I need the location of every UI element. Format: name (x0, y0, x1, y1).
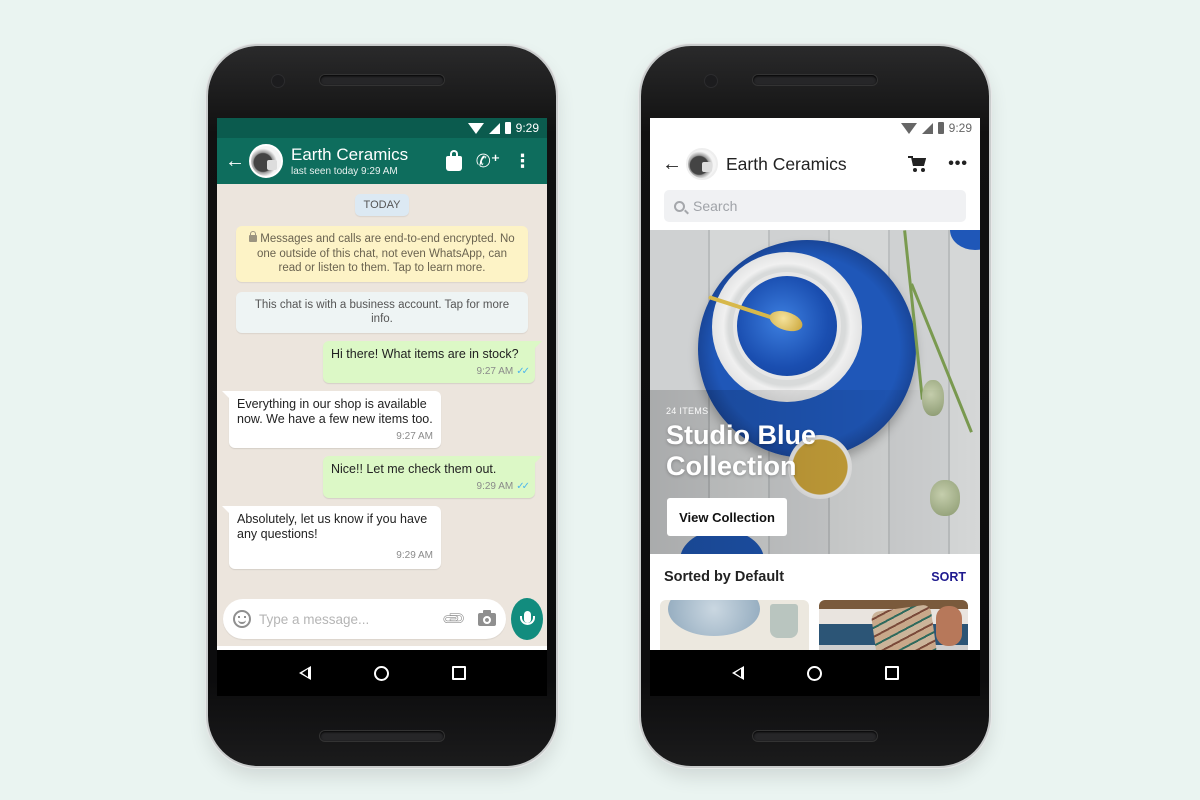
back-arrow-icon[interactable]: ← (225, 151, 245, 171)
message-bubble-outgoing[interactable]: Hi there! What items are in stock? 9:27 … (323, 340, 542, 383)
status-bar: 9:29 (217, 118, 547, 138)
sort-label: Sorted by Default (664, 569, 785, 585)
read-ticks-icon: ✓✓ (516, 365, 530, 377)
battery-icon (937, 122, 944, 134)
search-icon (674, 200, 685, 212)
message-time: 9:27 AM (476, 365, 514, 377)
sort-button[interactable]: SORT (931, 570, 966, 584)
back-arrow-icon[interactable]: ← (662, 154, 682, 174)
chat-screen: 9:29 ← Earth Ceramics last seen today 9:… (217, 118, 547, 696)
add-call-button[interactable]: ✆⁺ (471, 151, 505, 172)
wifi-icon (467, 122, 484, 134)
sort-row: Sorted by Default SORT (650, 554, 980, 600)
home-circle-icon[interactable] (806, 665, 822, 681)
message-text: Nice!! Let me check them out. (331, 461, 497, 476)
more-options-button[interactable]: ⋮ (505, 151, 539, 172)
date-chip: TODAY (354, 194, 410, 216)
contact-info[interactable]: Earth Ceramics last seen today 9:29 AM (291, 145, 437, 177)
add-call-icon: ✆⁺ (475, 150, 501, 171)
search-bar (664, 190, 966, 222)
hero-image-plate (950, 230, 980, 250)
encryption-text: Messages and calls are end-to-end encryp… (257, 233, 515, 274)
message-text: Absolutely, let us know if you have any … (237, 511, 428, 541)
message-text: Everything in our shop is available now.… (237, 396, 433, 426)
item-count: 24 ITEMS (666, 406, 709, 416)
emoji-icon[interactable] (233, 610, 251, 628)
message-composer: 📎︎ (223, 598, 543, 640)
phone-catalog: 9:29 ← Earth Ceramics ••• Search 24 ITEM… (641, 46, 989, 766)
message-time: 9:27 AM (396, 430, 433, 442)
recents-square-icon[interactable] (451, 666, 466, 680)
camera-icon[interactable] (478, 609, 497, 626)
home-circle-icon[interactable] (373, 665, 389, 681)
status-time: 9:29 (515, 121, 539, 135)
back-triangle-icon[interactable] (731, 666, 744, 680)
cart-icon[interactable] (908, 156, 928, 172)
contact-name: Earth Ceramics (291, 145, 409, 164)
message-bubble-incoming[interactable]: Everything in our shop is available now.… (222, 390, 441, 448)
android-nav-bar (217, 650, 547, 696)
avatar[interactable] (249, 144, 283, 178)
attach-paperclip-icon[interactable]: 📎︎ (440, 605, 469, 634)
catalog-header: ← Earth Ceramics ••• (650, 138, 980, 190)
front-camera (272, 75, 284, 87)
message-time: 9:29 AM (396, 549, 433, 561)
catalog-screen: 9:29 ← Earth Ceramics ••• Search 24 ITEM… (650, 118, 980, 696)
more-vert-icon: ⋮ (513, 150, 532, 171)
chat-area: TODAY Messages and calls are end-to-end … (217, 184, 547, 646)
phone-chat: 9:29 ← Earth Ceramics last seen today 9:… (208, 46, 556, 766)
lock-icon (249, 231, 258, 242)
battery-icon (504, 122, 511, 134)
signal-icon (921, 122, 933, 134)
bottom-speaker (753, 731, 877, 741)
earpiece-speaker (320, 75, 444, 85)
recents-square-icon[interactable] (884, 666, 899, 680)
front-camera (705, 75, 717, 87)
wifi-icon (900, 122, 917, 134)
voice-message-button[interactable] (511, 598, 543, 640)
message-text: Hi there! What items are in stock? (331, 346, 519, 361)
android-nav-bar (650, 650, 980, 696)
back-triangle-icon[interactable] (298, 666, 311, 680)
message-input-pill: 📎︎ (223, 599, 507, 639)
search-input[interactable] (693, 198, 956, 214)
microphone-icon (519, 611, 535, 625)
message-input[interactable] (259, 611, 436, 627)
signal-icon (488, 122, 500, 134)
status-bar: 9:29 (650, 118, 980, 138)
view-collection-button[interactable]: View Collection (667, 498, 787, 536)
message-bubble-outgoing[interactable]: Nice!! Let me check them out. 9:29 AM ✓✓ (323, 455, 542, 498)
earpiece-speaker (753, 75, 877, 85)
message-bubble-incoming[interactable]: Absolutely, let us know if you have any … (222, 505, 441, 569)
message-time: 9:29 AM (476, 480, 514, 492)
status-time: 9:29 (948, 121, 972, 135)
hero-text: 24 ITEMS Studio Blue Collection (666, 406, 816, 482)
read-ticks-icon: ✓✓ (516, 480, 530, 492)
business-notice[interactable]: This chat is with a business account. Ta… (236, 291, 528, 333)
encryption-notice[interactable]: Messages and calls are end-to-end encryp… (236, 226, 528, 282)
last-seen: last seen today 9:29 AM (291, 166, 398, 177)
avatar[interactable] (686, 148, 718, 180)
catalog-button[interactable] (437, 149, 471, 171)
business-name: Earth Ceramics (726, 153, 847, 174)
collection-title: Studio Blue Collection (666, 420, 816, 481)
chat-header: ← Earth Ceramics last seen today 9:29 AM… (217, 138, 547, 184)
more-horiz-icon[interactable]: ••• (948, 155, 968, 173)
catalog-bag-icon (446, 149, 462, 171)
bottom-speaker (320, 731, 444, 741)
collection-hero-banner[interactable]: 24 ITEMS Studio Blue Collection View Col… (650, 230, 980, 554)
